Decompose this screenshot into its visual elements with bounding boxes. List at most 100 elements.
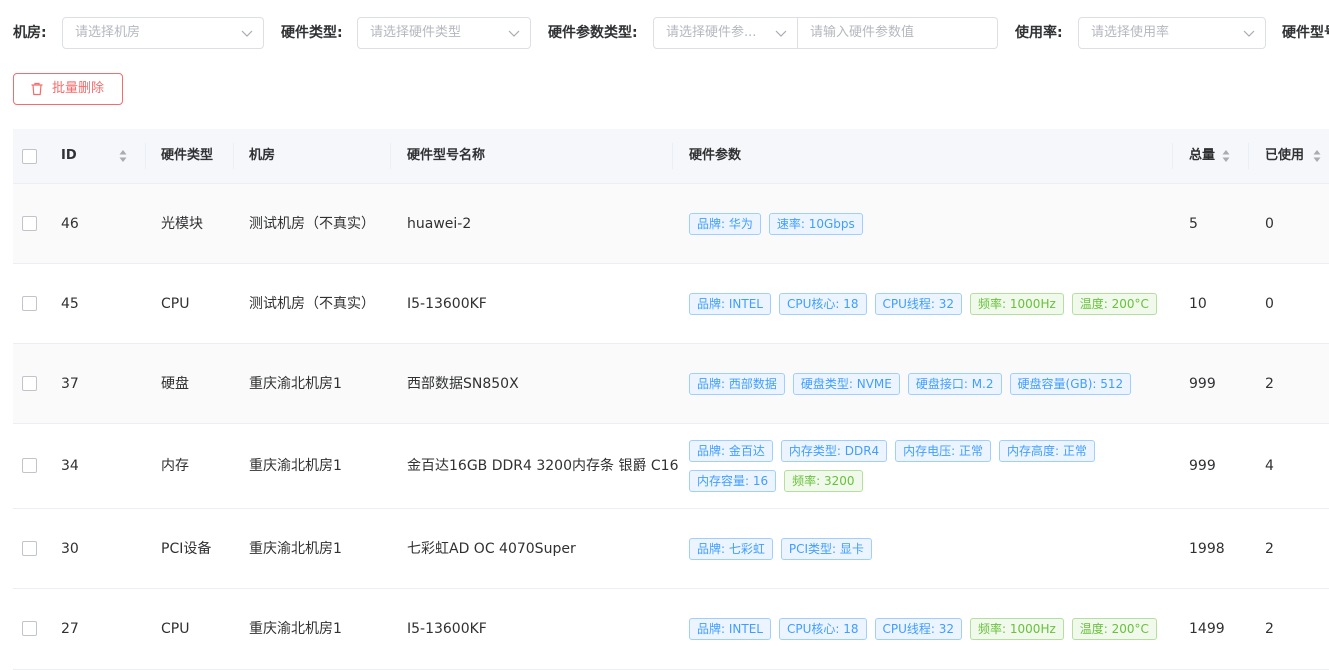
cell-room: 重庆渝北机房1	[249, 376, 342, 392]
trash-icon	[31, 82, 43, 96]
cell-model: 七彩虹AD OC 4070Super	[407, 541, 576, 557]
cell-hw-type: 硬盘	[161, 376, 189, 392]
param-tag: 硬盘接口: M.2	[907, 373, 1002, 395]
filter-bar: 机房: 请选择机房 硬件类型: 请选择硬件类型 硬件参数类型: 请选择硬件参..…	[0, 17, 1329, 49]
param-tag: 温度: 200°C	[1071, 293, 1157, 315]
header-params: 硬件参数	[689, 148, 742, 163]
param-tag: 硬盘类型: NVME	[792, 373, 900, 395]
table-header: ID 硬件类型 机房 硬件型号名称 硬件参数 总量 已使用	[13, 129, 1329, 184]
hwtype-select-placeholder: 请选择硬件类型	[370, 25, 462, 40]
row-checkbox[interactable]	[22, 621, 37, 636]
row-checkbox[interactable]	[22, 541, 37, 556]
header-hw-type: 硬件类型	[161, 148, 214, 163]
param-tags: 品牌: 西部数据 硬盘类型: NVME 硬盘接口: M.2 硬盘容量(GB): 512	[689, 373, 1139, 395]
room-select[interactable]: 请选择机房	[62, 17, 264, 49]
param-tag: 品牌: INTEL	[689, 293, 771, 315]
row-checkbox[interactable]	[22, 458, 37, 473]
param-tag: PCI类型: 显卡	[780, 538, 872, 560]
table-row[interactable]: 37 硬盘 重庆渝北机房1 西部数据SN850X 999 2 品牌: 西部数据 硬盘类型: N…	[13, 344, 1329, 424]
cell-total: 1998	[1189, 541, 1225, 557]
table-body: 46 光模块 测试机房（不真实） huawei-2 5 0 品牌: 华为 速率: 10Gbps…	[13, 184, 1329, 670]
cell-hw-type: 光模块	[161, 216, 203, 232]
param-tag: 品牌: 金百达	[689, 440, 773, 462]
model-filter-label: 硬件型号	[1282, 25, 1329, 41]
param-value-input-placeholder: 请输入硬件参数值	[810, 25, 915, 40]
cell-model: I5-13600KF	[407, 296, 487, 312]
chevron-down-icon	[508, 30, 520, 37]
header-id[interactable]: ID	[61, 129, 77, 183]
cell-room: 测试机房（不真实）	[249, 216, 375, 232]
cell-total: 1499	[1189, 621, 1225, 637]
cell-id: 37	[61, 376, 79, 392]
cell-hw-type: PCI设备	[161, 541, 212, 557]
param-tags: 品牌: 金百达 内存类型: DDR4 内存电压: 正常 内存高度: 正常 内存容量: 1…	[689, 440, 1103, 492]
row-checkbox[interactable]	[22, 216, 37, 231]
header-model: 硬件型号名称	[407, 148, 486, 163]
param-tag: 频率: 1000Hz	[970, 618, 1064, 640]
row-checkbox[interactable]	[22, 376, 37, 391]
param-type-select-placeholder: 请选择硬件参...	[666, 25, 757, 40]
param-tag: 内存类型: DDR4	[780, 440, 888, 462]
param-tag: CPU线程: 32	[874, 293, 963, 315]
header-room: 机房	[249, 148, 276, 163]
param-type-select[interactable]: 请选择硬件参...	[653, 17, 798, 49]
param-tags: 品牌: INTEL CPU核心: 18 CPU线程: 32 频率: 1000Hz 温度:…	[689, 293, 1165, 315]
cell-used: 2	[1265, 541, 1274, 557]
table-row[interactable]: 30 PCI设备 重庆渝北机房1 七彩虹AD OC 4070Super 1998 2 品牌:…	[13, 509, 1329, 589]
select-all-checkbox[interactable]	[22, 149, 37, 164]
cell-model: 西部数据SN850X	[407, 376, 519, 392]
hardware-table: ID 硬件类型 机房 硬件型号名称 硬件参数 总量 已使用 46 光模块 测试机房（…	[13, 129, 1329, 670]
cell-model: huawei-2	[407, 216, 472, 232]
param-tag: 频率: 1000Hz	[970, 293, 1064, 315]
header-used[interactable]: 已使用	[1265, 129, 1304, 183]
table-row[interactable]: 46 光模块 测试机房（不真实） huawei-2 5 0 品牌: 华为 速率: 10Gbps	[13, 184, 1329, 264]
param-tag: 品牌: 华为	[689, 213, 761, 235]
usage-filter-label: 使用率:	[1015, 25, 1063, 41]
room-filter-label: 机房:	[13, 25, 47, 41]
cell-used: 0	[1265, 216, 1274, 232]
cell-id: 27	[61, 621, 79, 637]
chevron-down-icon	[241, 30, 253, 37]
cell-hw-type: 内存	[161, 458, 189, 474]
cell-used: 2	[1265, 376, 1274, 392]
cell-room: 重庆渝北机房1	[249, 541, 342, 557]
cell-hw-type: CPU	[161, 296, 190, 312]
table-row[interactable]: 27 CPU 重庆渝北机房1 I5-13600KF 1499 2 品牌: INTEL CPU核…	[13, 589, 1329, 670]
param-tag: CPU线程: 32	[874, 618, 963, 640]
cell-total: 10	[1189, 296, 1207, 312]
cell-id: 46	[61, 216, 79, 232]
param-tag: 硬盘容量(GB): 512	[1009, 373, 1132, 395]
param-filter-label: 硬件参数类型:	[548, 25, 638, 41]
param-value-input[interactable]: 请输入硬件参数值	[797, 17, 998, 49]
sort-caret-icon[interactable]	[1313, 149, 1321, 163]
usage-select[interactable]: 请选择使用率	[1078, 17, 1266, 49]
row-checkbox[interactable]	[22, 296, 37, 311]
header-total[interactable]: 总量	[1189, 129, 1215, 183]
param-tag: 品牌: 西部数据	[689, 373, 785, 395]
usage-select-placeholder: 请选择使用率	[1091, 25, 1170, 40]
cell-total: 5	[1189, 216, 1198, 232]
hwtype-filter-label: 硬件类型:	[281, 25, 343, 41]
sort-caret-icon[interactable]	[119, 149, 127, 163]
batch-delete-button[interactable]: 批量删除	[13, 73, 123, 105]
cell-model: I5-13600KF	[407, 621, 487, 637]
sort-caret-icon[interactable]	[1222, 149, 1230, 163]
cell-id: 34	[61, 458, 79, 474]
cell-total: 999	[1189, 376, 1216, 392]
cell-used: 4	[1265, 458, 1274, 474]
param-tag: CPU核心: 18	[778, 618, 867, 640]
table-row[interactable]: 34 内存 重庆渝北机房1 金百达16GB DDR4 3200内存条 银爵 C16 99…	[13, 424, 1329, 509]
table-row[interactable]: 45 CPU 测试机房（不真实） I5-13600KF 10 0 品牌: INTEL CPU核…	[13, 264, 1329, 344]
param-tags: 品牌: 七彩虹 PCI类型: 显卡	[689, 538, 880, 560]
param-tag: 内存电压: 正常	[895, 440, 992, 462]
cell-room: 测试机房（不真实）	[249, 296, 375, 312]
cell-room: 重庆渝北机房1	[249, 458, 342, 474]
cell-used: 2	[1265, 621, 1274, 637]
hwtype-select[interactable]: 请选择硬件类型	[357, 17, 531, 49]
cell-room: 重庆渝北机房1	[249, 621, 342, 637]
param-tag: 速率: 10Gbps	[768, 213, 863, 235]
cell-id: 45	[61, 296, 79, 312]
param-tags: 品牌: 华为 速率: 10Gbps	[689, 213, 871, 235]
cell-hw-type: CPU	[161, 621, 190, 637]
param-tag: 温度: 200°C	[1071, 618, 1157, 640]
